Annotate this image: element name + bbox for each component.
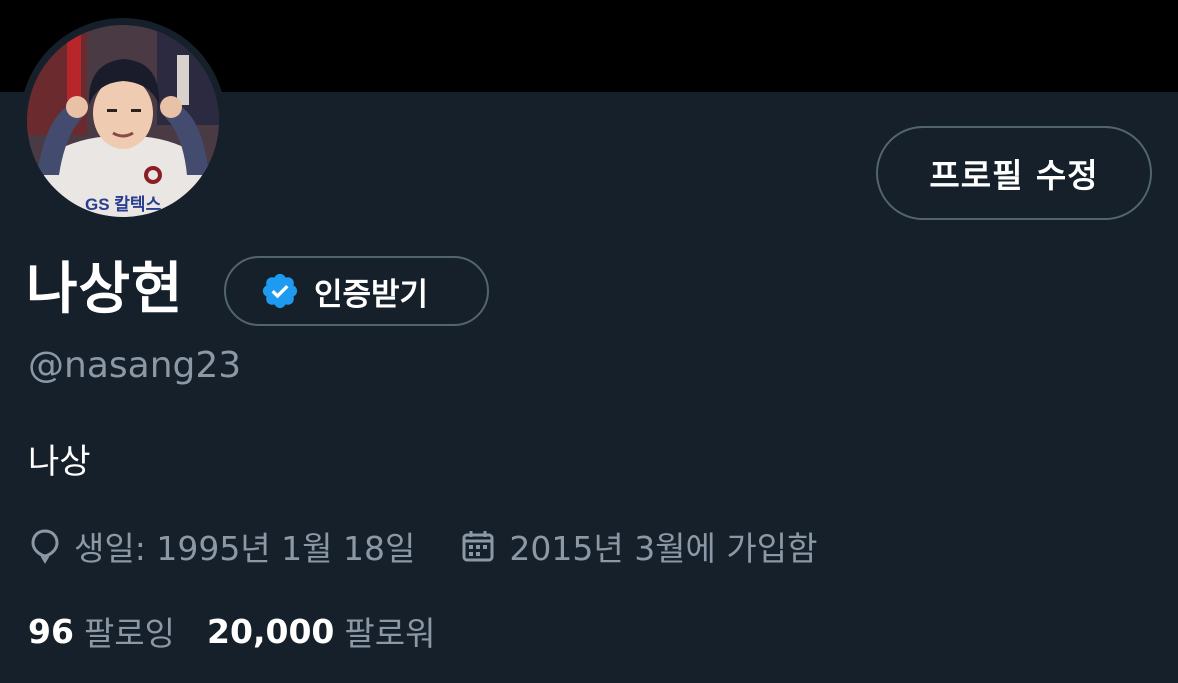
avatar-illustration: GS 칼텍스 xyxy=(27,25,219,217)
calendar-icon xyxy=(462,531,494,562)
avatar[interactable]: GS 칼텍스 xyxy=(20,18,226,224)
profile-bio: 나상 xyxy=(28,442,91,482)
balloon-icon xyxy=(31,529,59,564)
avatar-photo: GS 칼텍스 xyxy=(27,25,219,217)
followers-link[interactable]: 20,000 팔로워 xyxy=(207,607,435,655)
followers-label: 팔로워 xyxy=(344,614,436,653)
edit-profile-button[interactable]: 프로필 수정 xyxy=(876,126,1152,220)
joined-item: 2015년 3월에 가입함 xyxy=(461,522,817,570)
birthday-text: 생일: 1995년 1월 18일 xyxy=(74,529,416,568)
get-verified-button[interactable]: 인증받기 xyxy=(224,256,489,326)
profile-name: 나상현 xyxy=(26,257,184,322)
verified-badge-icon xyxy=(262,273,298,309)
following-label: 팔로잉 xyxy=(83,614,176,653)
follow-stats: 96 팔로잉 20,000 팔로워 xyxy=(28,606,435,656)
followers-count: 20,000 xyxy=(207,611,335,651)
following-link[interactable]: 96 팔로잉 xyxy=(28,607,175,655)
profile-meta: 생일: 1995년 1월 18일 2015년 3월에 가입함 xyxy=(30,522,817,570)
avatar-jersey-text: GS 칼텍스 xyxy=(85,195,162,214)
profile-handle: @nasang23 xyxy=(28,345,242,386)
birthday-item: 생일: 1995년 1월 18일 xyxy=(30,522,415,570)
get-verified-label: 인증받기 xyxy=(314,276,429,313)
profile-page: GS 칼텍스 프로필 수정 나상현 인증받기 @nasang23 나상 생일: … xyxy=(0,0,1178,683)
following-count: 96 xyxy=(28,611,74,651)
joined-text: 2015년 3월에 가입함 xyxy=(509,529,818,568)
